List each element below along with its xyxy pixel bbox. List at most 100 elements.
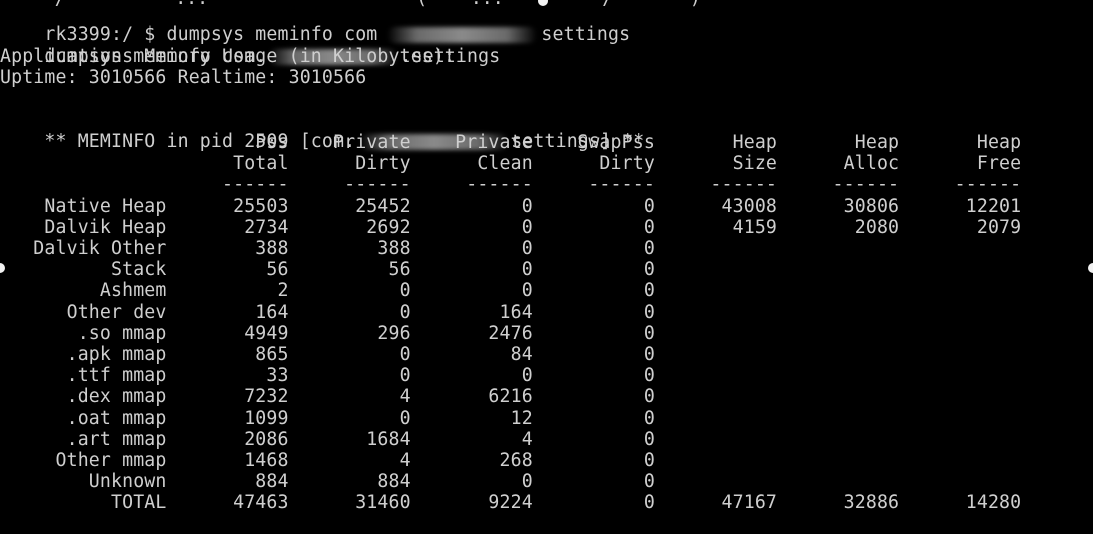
cell-col-1: 0: [288, 365, 411, 387]
row-label: TOTAL: [0, 492, 167, 514]
row-label: Dalvik Heap: [0, 216, 167, 238]
header-row1-col-6: Heap: [899, 132, 1022, 153]
cell-col-2: 268: [410, 449, 533, 471]
header-row2-col-1: Dirty: [288, 153, 411, 174]
cell-col-1: 0: [288, 280, 411, 302]
row-label: Unknown: [0, 471, 167, 493]
cell-col-5: [777, 323, 899, 344]
header-row2-col-5: Alloc: [777, 153, 900, 174]
cell-col-4: [655, 429, 777, 450]
header-underline-col-1: ------: [288, 174, 411, 195]
cell-col-0: 7232: [166, 386, 289, 408]
table-row: Stack 56 56 0 0: [0, 259, 1021, 280]
cell-col-4: [655, 450, 777, 471]
cell-col-5: 32886: [777, 492, 900, 514]
cell-col-6: [899, 302, 1021, 323]
uptime-line: Uptime: 3010566 Realtime: 3010566: [0, 67, 367, 88]
cell-col-0: 2734: [166, 216, 289, 238]
table-header-row-1: Pss Private Private SwapPss Heap Heap He…: [0, 132, 1021, 153]
cell-col-1: 1684: [288, 428, 411, 450]
cell-col-2: 84: [410, 343, 533, 365]
table-row: Ashmem 2 0 0 0: [0, 280, 1021, 301]
cell-col-0: 884: [166, 471, 289, 493]
cell-col-4: 4159: [654, 216, 778, 238]
cell-col-4: [655, 408, 777, 429]
terminal-window: / ... ( ... / ) rk3399:/ $ dumpsys memin…: [0, 0, 1093, 534]
cell-col-1: 388: [288, 237, 411, 259]
cell-col-3: 0: [532, 216, 655, 238]
header-underline-col-6: ------: [899, 174, 1022, 195]
cell-col-4: [655, 280, 777, 301]
cell-col-0: 47463: [166, 492, 289, 514]
cell-col-3: 0: [532, 280, 655, 302]
cell-col-4: [655, 259, 777, 280]
cell-col-5: [777, 386, 899, 407]
cell-col-5: [777, 450, 899, 471]
header-underline-col-5: ------: [777, 174, 900, 195]
cell-col-1: 2692: [288, 216, 411, 238]
cell-col-1: 0: [288, 343, 411, 365]
row-label: Ashmem: [0, 280, 167, 302]
cell-col-4: [655, 344, 777, 365]
cell-col-6: [899, 450, 1021, 471]
cell-col-4: 43008: [654, 195, 778, 217]
cell-col-2: 2476: [410, 322, 533, 344]
cell-col-6: [899, 280, 1021, 301]
header-row2-col-2: Clean: [410, 153, 533, 174]
cell-col-2: 0: [410, 280, 533, 302]
cell-col-4: [655, 386, 777, 407]
cell-col-2: 164: [410, 301, 533, 323]
table-row: Native Heap 25503 25452 0 0 43008 30806 …: [0, 196, 1021, 217]
header-underline-col-2: ------: [410, 174, 533, 195]
cell-col-1: 4: [288, 386, 411, 408]
cell-col-0: 4949: [166, 322, 289, 344]
cell-col-3: 0: [532, 301, 655, 323]
cell-col-3: 0: [532, 195, 655, 217]
header-underline-col-0: ------: [166, 174, 289, 195]
selection-handle-right[interactable]: [1088, 263, 1093, 273]
table-row: Dalvik Other 388 388 0 0: [0, 238, 1021, 259]
cell-col-6: [899, 259, 1021, 280]
header-row1-col-5: Heap: [777, 132, 900, 153]
row-label: Other mmap: [0, 449, 167, 471]
prompt-command-line[interactable]: rk3399:/ $ dumpsys meminfo com settings: [0, 3, 630, 45]
header-row1-col-2: Private: [410, 132, 533, 153]
cell-col-2: 6216: [410, 386, 533, 408]
cell-col-3: 0: [532, 407, 655, 429]
cell-col-0: 25503: [166, 195, 289, 217]
cell-col-4: [655, 302, 777, 323]
table-row: .dex mmap 7232 4 6216 0: [0, 386, 1021, 407]
row-label: .so mmap: [0, 322, 167, 344]
table-row: .apk mmap 865 0 84 0: [0, 344, 1021, 365]
cell-col-3: 0: [532, 449, 655, 471]
cell-col-1: 25452: [288, 195, 411, 217]
cell-col-2: 0: [410, 471, 533, 493]
cell-col-5: [777, 429, 899, 450]
cell-col-2: 0: [410, 259, 533, 281]
cell-col-2: 4: [410, 428, 533, 450]
cell-col-3: 0: [532, 428, 655, 450]
cell-col-6: 14280: [899, 492, 1022, 514]
cell-col-5: [777, 408, 899, 429]
cell-col-5: [777, 238, 899, 259]
cell-col-0: 1099: [166, 407, 289, 429]
cell-col-4: [655, 365, 777, 386]
header-row2-col-6: Free: [899, 153, 1022, 174]
table-row: .art mmap 2086 1684 4 0: [0, 429, 1021, 450]
cell-col-0: 865: [166, 343, 289, 365]
row-label: .apk mmap: [0, 343, 167, 365]
cell-col-0: 164: [166, 301, 289, 323]
header-underline-col-3: ------: [532, 174, 655, 195]
cell-col-1: 0: [288, 407, 411, 429]
row-label: Dalvik Other: [0, 237, 167, 259]
header-row1-col-0: Pss: [166, 132, 289, 153]
cell-col-6: [899, 471, 1021, 492]
cell-col-6: [899, 408, 1021, 429]
cell-col-2: 9224: [410, 492, 533, 514]
table-row: Other dev 164 0 164 0: [0, 302, 1021, 323]
cell-col-1: 296: [288, 322, 411, 344]
table-row: .oat mmap 1099 0 12 0: [0, 408, 1021, 429]
cell-col-2: 0: [410, 365, 533, 387]
cell-col-2: 0: [410, 195, 533, 217]
row-label: .art mmap: [0, 428, 167, 450]
